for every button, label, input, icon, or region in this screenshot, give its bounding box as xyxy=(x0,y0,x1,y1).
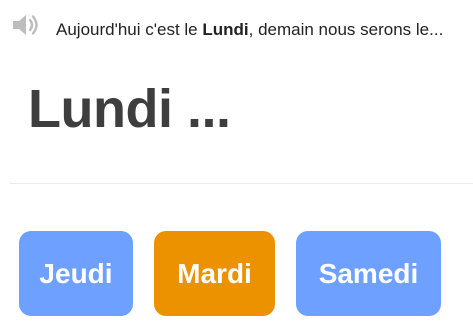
question-word: Lundi ... xyxy=(28,79,231,139)
prompt-text-after: , demain nous serons le... xyxy=(248,20,444,39)
prompt-sentence: Aujourd'hui c'est le Lundi, demain nous … xyxy=(56,19,466,41)
choice-button-mardi[interactable]: Mardi xyxy=(154,231,275,316)
choice-button-samedi[interactable]: Samedi xyxy=(296,231,441,316)
prompt-highlight-word: Lundi xyxy=(202,20,249,39)
divider xyxy=(10,183,473,184)
choice-button-jeudi[interactable]: Jeudi xyxy=(19,231,133,316)
prompt-text-before: Aujourd'hui c'est le xyxy=(56,20,203,39)
exercise-screen: Aujourd'hui c'est le Lundi, demain nous … xyxy=(0,0,473,332)
speaker-icon[interactable] xyxy=(10,10,40,40)
